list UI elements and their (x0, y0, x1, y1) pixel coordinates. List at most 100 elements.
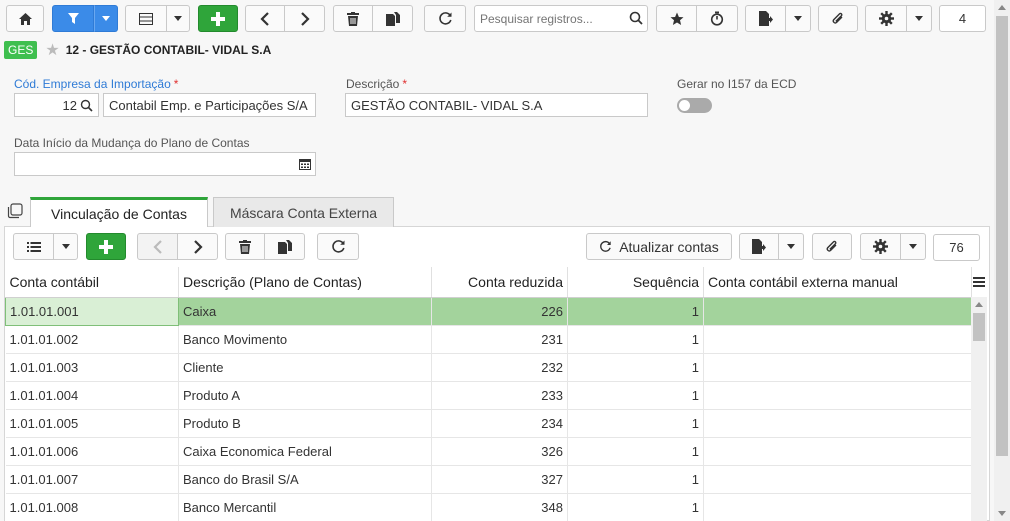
grid-export-dropdown[interactable] (778, 233, 804, 260)
table-row[interactable]: 1.01.01.006 Caixa Economica Federal 326 … (5, 437, 972, 466)
next-record-button[interactable] (284, 5, 325, 32)
cell-conta[interactable]: 1.01.01.006 (5, 437, 179, 466)
cell-conta[interactable]: 1.01.01.007 (5, 465, 179, 494)
tab-vinculacao-contas[interactable]: Vinculação de Contas (30, 197, 208, 227)
grid-export-button[interactable] (739, 233, 779, 260)
table-row[interactable]: 1.01.01.004 Produto A 233 1 (5, 381, 972, 410)
cell-descricao[interactable]: Banco Movimento (178, 325, 432, 354)
cell-descricao[interactable]: Produto A (178, 381, 432, 410)
view-mode-dropdown[interactable] (166, 5, 190, 32)
tab-mascara-conta-externa[interactable]: Máscara Conta Externa (213, 197, 394, 227)
table-row[interactable]: 1.01.01.001 Caixa 226 1 (5, 296, 972, 326)
search-icon[interactable] (629, 11, 643, 25)
export-dropdown[interactable] (785, 5, 811, 32)
grid-columns-button[interactable] (13, 233, 54, 260)
cell-conta[interactable]: 1.01.01.001 (5, 296, 179, 326)
page-scrollbar[interactable] (994, 0, 1010, 521)
atualizar-contas-button[interactable]: Atualizar contas (586, 233, 732, 260)
gerar-ecd-toggle[interactable] (677, 98, 712, 113)
grid-settings-button[interactable] (860, 233, 901, 260)
favorite-button[interactable] (656, 5, 697, 32)
filter-button[interactable] (52, 5, 94, 32)
search-field[interactable] (474, 5, 648, 32)
cell-reduzida[interactable]: 326 (431, 437, 568, 466)
copy-row-button[interactable] (264, 233, 305, 260)
cell-sequencia[interactable]: 1 (567, 465, 704, 494)
filter-dropdown-button[interactable] (94, 5, 118, 32)
cell-externa[interactable] (703, 409, 972, 438)
cell-externa[interactable] (703, 465, 972, 494)
cell-descricao[interactable]: Caixa Economica Federal (178, 437, 432, 466)
scroll-up-icon[interactable] (998, 5, 1006, 10)
cell-externa[interactable] (703, 325, 972, 354)
cell-externa[interactable] (703, 437, 972, 466)
table-row[interactable]: 1.01.01.003 Cliente 232 1 (5, 353, 972, 382)
cell-externa[interactable] (703, 493, 972, 521)
previous-record-button[interactable] (245, 5, 285, 32)
cell-descricao[interactable]: Cliente (178, 353, 432, 382)
delete-row-button[interactable] (225, 233, 265, 260)
data-inicio-field[interactable] (14, 152, 316, 176)
cell-sequencia[interactable]: 1 (567, 297, 704, 326)
cell-sequencia[interactable]: 1 (567, 381, 704, 410)
cell-sequencia[interactable]: 1 (567, 493, 704, 521)
column-header-descricao[interactable]: Descrição (Plano de Contas) (178, 267, 432, 298)
scroll-down-icon[interactable] (998, 511, 1006, 516)
settings-dropdown[interactable] (906, 5, 932, 32)
cell-conta[interactable]: 1.01.01.008 (5, 493, 179, 521)
grid-column-menu[interactable] (971, 268, 987, 296)
refresh-button[interactable] (424, 5, 466, 32)
next-row-button[interactable] (177, 233, 218, 260)
cell-externa[interactable] (703, 381, 972, 410)
export-button[interactable] (745, 5, 786, 32)
cell-reduzida[interactable]: 327 (431, 465, 568, 494)
descricao-field[interactable]: GESTÃO CONTABIL- VIDAL S.A (345, 93, 648, 117)
column-header-conta[interactable]: Conta contábil (5, 267, 179, 298)
cell-sequencia[interactable]: 1 (567, 353, 704, 382)
cell-descricao[interactable]: Banco do Brasil S/A (178, 465, 432, 494)
calendar-icon[interactable] (299, 158, 311, 170)
cell-conta[interactable]: 1.01.01.003 (5, 353, 179, 382)
grid-attachment-button[interactable] (812, 233, 852, 260)
cell-reduzida[interactable]: 348 (431, 493, 568, 521)
star-icon[interactable]: ★ (45, 40, 59, 60)
cell-externa[interactable] (703, 297, 972, 326)
cell-descricao[interactable]: Produto B (178, 409, 432, 438)
column-header-reduzida[interactable]: Conta reduzida (431, 267, 568, 298)
settings-button[interactable] (865, 5, 907, 32)
timer-button[interactable] (696, 5, 738, 32)
scroll-up-icon[interactable] (975, 302, 983, 307)
cell-conta[interactable]: 1.01.01.004 (5, 381, 179, 410)
grid-columns-dropdown[interactable] (53, 233, 78, 260)
cell-reduzida[interactable]: 232 (431, 353, 568, 382)
cell-reduzida[interactable]: 231 (431, 325, 568, 354)
column-header-sequencia[interactable]: Sequência (567, 267, 704, 298)
refresh-grid-button[interactable] (317, 233, 359, 260)
delete-button[interactable] (333, 5, 373, 32)
table-row[interactable]: 1.01.01.007 Banco do Brasil S/A 327 1 (5, 465, 972, 494)
grid-scrollbar[interactable] (971, 297, 987, 521)
table-row[interactable]: 1.01.01.002 Banco Movimento 231 1 (5, 325, 972, 354)
add-row-button[interactable] (86, 233, 126, 260)
copy-button[interactable] (372, 5, 413, 32)
previous-row-button[interactable] (137, 233, 178, 260)
cell-reduzida[interactable]: 233 (431, 381, 568, 410)
table-row[interactable]: 1.01.01.008 Banco Mercantil 348 1 (5, 493, 972, 521)
search-input[interactable] (480, 12, 625, 26)
cell-sequencia[interactable]: 1 (567, 325, 704, 354)
cell-sequencia[interactable]: 1 (567, 437, 704, 466)
cell-descricao[interactable]: Caixa (178, 297, 432, 326)
cell-externa[interactable] (703, 353, 972, 382)
attachment-button[interactable] (818, 5, 858, 32)
cod-empresa-field[interactable]: 12 (14, 93, 99, 117)
table-row[interactable]: 1.01.01.005 Produto B 234 1 (5, 409, 972, 438)
page-scrollbar-thumb[interactable] (996, 16, 1008, 456)
grid-scrollbar-thumb[interactable] (973, 313, 985, 341)
cell-sequencia[interactable]: 1 (567, 409, 704, 438)
cell-descricao[interactable]: Banco Mercantil (178, 493, 432, 521)
home-button[interactable] (6, 5, 44, 32)
column-header-externa[interactable]: Conta contábil externa manual (703, 267, 972, 298)
search-icon[interactable] (80, 99, 93, 112)
view-mode-button[interactable] (125, 5, 167, 32)
cell-reduzida[interactable]: 226 (431, 297, 568, 326)
